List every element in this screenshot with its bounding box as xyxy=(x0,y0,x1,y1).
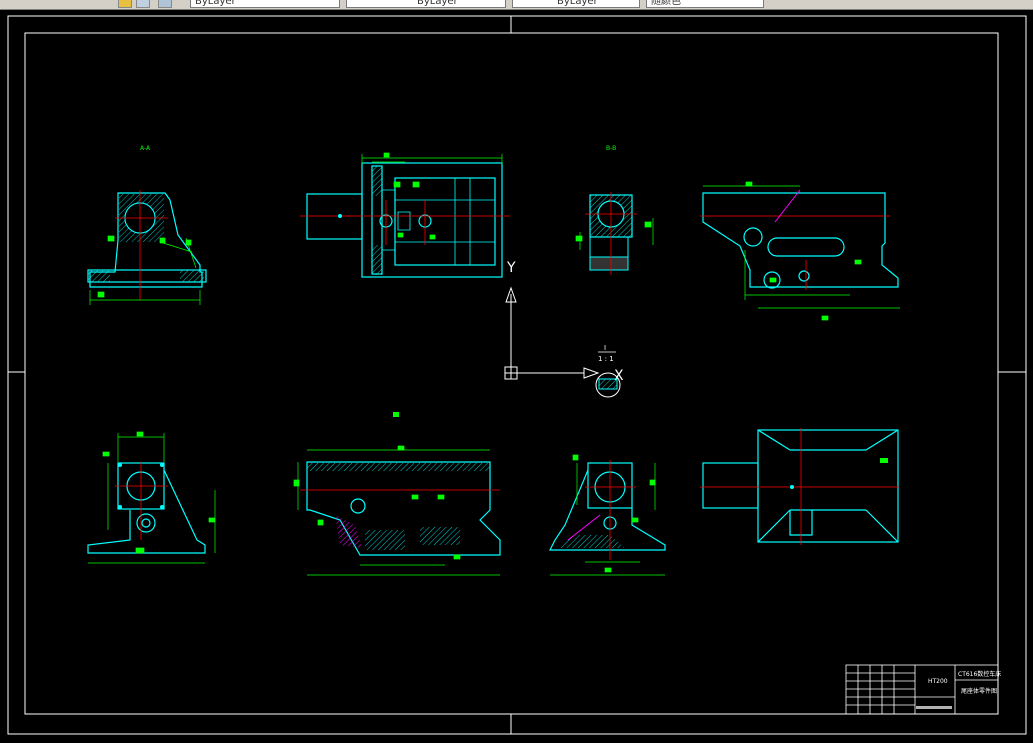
detail-label: I xyxy=(604,344,606,352)
side-view-upper[interactable] xyxy=(700,181,900,321)
model-space-canvas[interactable]: A-A B-B Y X I 1: 1 HT200 CT616数控车床 尾座体零… xyxy=(0,9,1033,739)
section-view-lower-center[interactable] xyxy=(293,412,501,576)
color-dropdown[interactable]: ByLayer xyxy=(190,0,340,8)
section-view-a[interactable]: A-A xyxy=(87,145,207,305)
title-material: HT200 xyxy=(928,678,948,685)
side-view-lower[interactable] xyxy=(549,454,666,576)
match-properties-icon[interactable] xyxy=(118,0,132,8)
view-marker xyxy=(393,412,399,417)
detail-scale-label: 1 : 1 xyxy=(598,355,614,363)
front-view-lower-left[interactable] xyxy=(87,431,216,564)
top-view-lower-right[interactable] xyxy=(700,428,900,545)
section-b-label: B-B xyxy=(606,145,616,152)
ucs-icon: Y X xyxy=(504,260,624,384)
section-a-label: A-A xyxy=(140,145,151,152)
linetype-dropdown[interactable]: ByLayer xyxy=(346,0,506,8)
plotstyle-dropdown[interactable]: 随颜色 xyxy=(646,0,764,8)
section-view-b[interactable]: B-B xyxy=(575,145,654,275)
layer-previous-icon[interactable] xyxy=(158,0,172,8)
top-view[interactable] xyxy=(300,152,510,278)
title-product: CT616数控车床 xyxy=(958,670,1001,678)
title-block: HT200 CT616数控车床 尾座体零件图 xyxy=(845,664,1001,715)
lineweight-dropdown[interactable]: ByLayer xyxy=(512,0,640,8)
layer-state-icon[interactable] xyxy=(136,0,150,8)
ucs-y-label: Y xyxy=(506,260,516,276)
title-drawing-name: 尾座体零件图 xyxy=(961,687,997,695)
